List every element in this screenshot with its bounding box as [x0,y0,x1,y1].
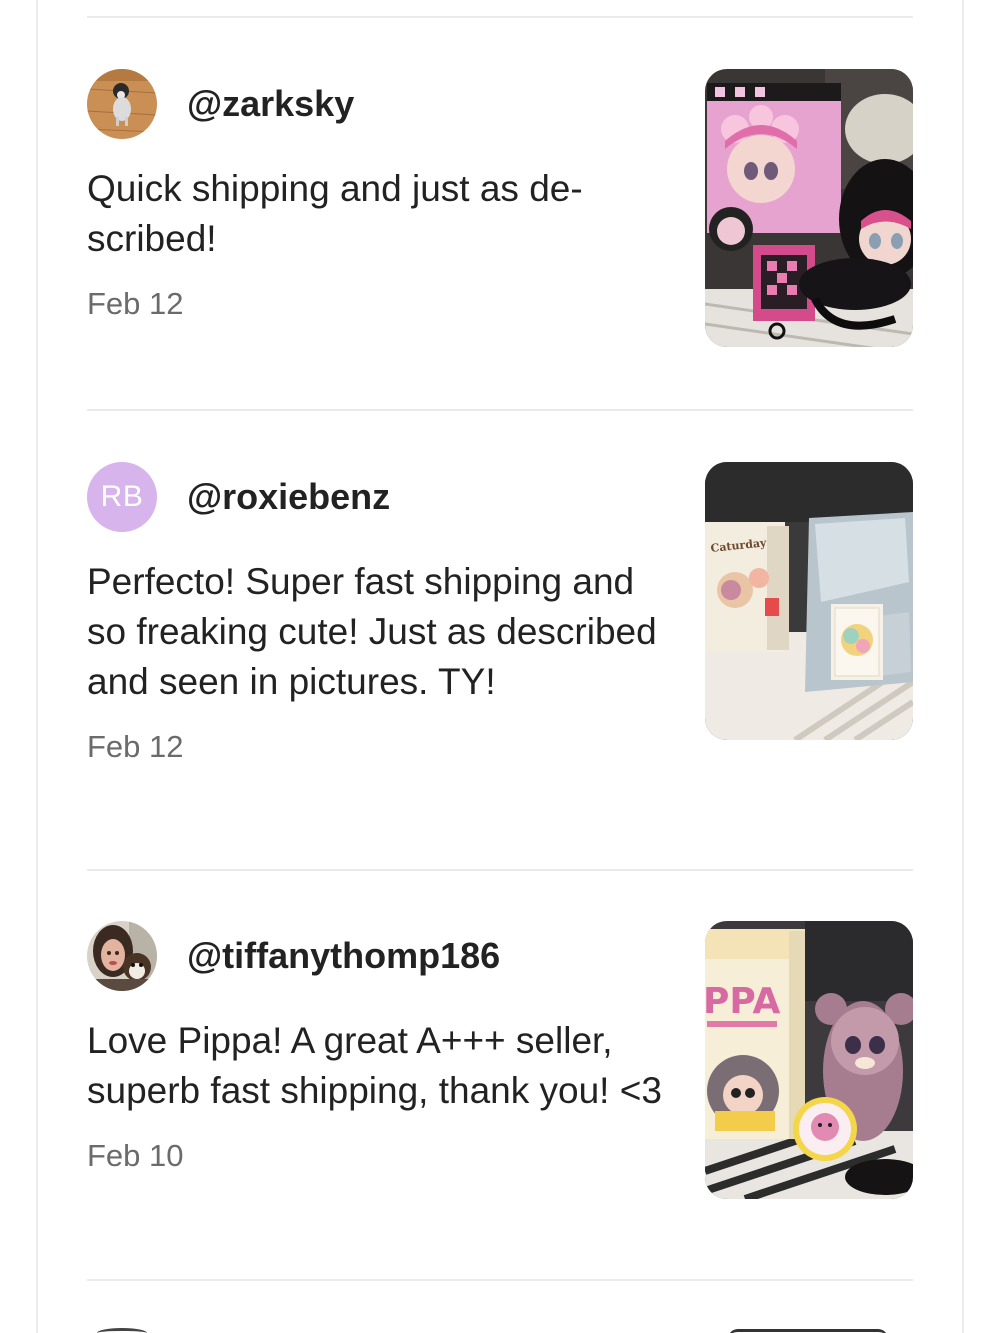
pippa-plush-box-photo[interactable]: PPA [705,921,913,1199]
photo-box-label: PPA [705,981,780,1022]
review-item: @zarksky Quick shipping and just as de-s… [87,69,913,347]
blind-box-packages-photo[interactable]: Caturday [705,462,913,740]
divider [87,869,913,871]
divider [87,1279,913,1281]
divider [87,16,913,18]
review-text: Quick shipping and just as de-scribed! [87,168,583,259]
person-with-dog-avatar[interactable] [87,921,157,991]
reviewer-username[interactable]: @zarksky [187,83,354,125]
pink-doll-figures-photo[interactable] [705,69,913,347]
review-item: @tiffanythomp186 Love Pippa! A great A++… [87,921,913,1199]
dog-photo-avatar[interactable] [87,69,157,139]
review-text: Love Pippa! A great A+++ seller, superb … [87,1020,662,1111]
next-review-avatar-edge [97,1328,147,1333]
initials-avatar[interactable]: RB [87,462,157,532]
divider [87,409,913,411]
review-text: Perfecto! Super fast shipping and so fre… [87,561,657,702]
next-review-photo-edge [728,1329,888,1333]
review-item: RB @roxiebenz Perfecto! Super fast shipp… [87,462,913,765]
reviewer-username[interactable]: @tiffanythomp186 [187,935,500,977]
reviewer-username[interactable]: @roxiebenz [187,476,390,518]
